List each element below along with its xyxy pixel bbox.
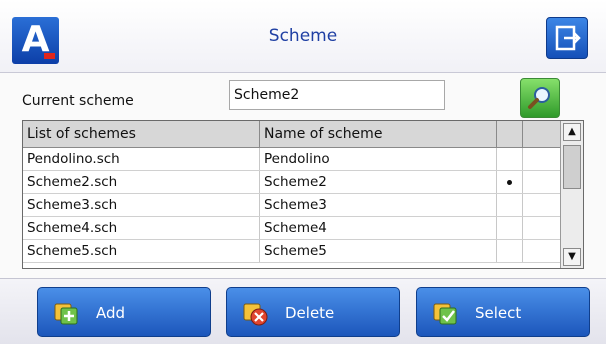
table-row[interactable]: Scheme5.sch Scheme5	[23, 240, 561, 263]
extra-cell	[523, 148, 561, 170]
bottom-toolbar: Add Delete Select	[0, 278, 606, 344]
scheme-name-cell: Scheme3	[260, 194, 497, 216]
column-header-list-of-schemes[interactable]: List of schemes	[23, 121, 260, 147]
selected-marker-cell	[497, 171, 523, 193]
logo-red-mark	[44, 53, 55, 59]
add-button[interactable]: Add	[37, 287, 211, 337]
schemes-table: List of schemes Name of scheme Pendolino…	[22, 120, 584, 269]
table-row[interactable]: Scheme3.sch Scheme3	[23, 194, 561, 217]
current-scheme-label: Current scheme	[22, 93, 134, 109]
current-scheme-input[interactable]	[229, 80, 445, 110]
add-icon	[54, 303, 78, 325]
header-bar: A Scheme	[0, 0, 606, 73]
table-row[interactable]: Scheme4.sch Scheme4	[23, 217, 561, 240]
scheme-window: A Scheme Current scheme List of schemes …	[0, 0, 606, 344]
add-label: Add	[96, 304, 126, 322]
exit-icon	[555, 25, 581, 51]
scheme-file-cell: Scheme4.sch	[23, 217, 260, 239]
delete-button[interactable]: Delete	[226, 287, 400, 337]
column-header-extra[interactable]	[523, 121, 561, 147]
selected-marker-cell	[497, 194, 523, 216]
column-header-name-of-scheme[interactable]: Name of scheme	[260, 121, 497, 147]
scroll-down-button[interactable]: ▼	[563, 248, 581, 266]
column-header-selected[interactable]	[497, 121, 523, 147]
delete-icon	[243, 303, 268, 326]
selected-marker-cell	[497, 240, 523, 262]
table-scrollbar[interactable]: ▲ ▼	[560, 121, 583, 268]
scheme-file-cell: Pendolino.sch	[23, 148, 260, 170]
select-icon	[433, 303, 457, 325]
search-icon	[528, 87, 550, 109]
scheme-file-cell: Scheme3.sch	[23, 194, 260, 216]
table-row[interactable]: Pendolino.sch Pendolino	[23, 148, 561, 171]
selected-marker-cell	[497, 217, 523, 239]
scroll-up-button[interactable]: ▲	[563, 123, 581, 141]
extra-cell	[523, 194, 561, 216]
page-title: Scheme	[268, 26, 338, 46]
exit-button[interactable]	[546, 17, 588, 59]
select-label: Select	[475, 304, 522, 322]
scheme-name-cell: Pendolino	[260, 148, 497, 170]
table-header: List of schemes Name of scheme	[23, 121, 561, 148]
scheme-file-cell: Scheme5.sch	[23, 240, 260, 262]
table-body: Pendolino.sch Pendolino Scheme2.sch Sche…	[23, 148, 561, 263]
scheme-name-cell: Scheme2	[260, 171, 497, 193]
extra-cell	[523, 171, 561, 193]
table-row[interactable]: Scheme2.sch Scheme2	[23, 171, 561, 194]
selected-dot-icon	[507, 180, 512, 185]
delete-label: Delete	[285, 304, 335, 322]
scheme-name-cell: Scheme4	[260, 217, 497, 239]
select-button[interactable]: Select	[416, 287, 590, 337]
extra-cell	[523, 217, 561, 239]
scheme-name-cell: Scheme5	[260, 240, 497, 262]
scheme-file-cell: Scheme2.sch	[23, 171, 260, 193]
search-button[interactable]	[520, 78, 560, 118]
extra-cell	[523, 240, 561, 262]
selected-marker-cell	[497, 148, 523, 170]
scrollbar-thumb[interactable]	[563, 145, 581, 189]
